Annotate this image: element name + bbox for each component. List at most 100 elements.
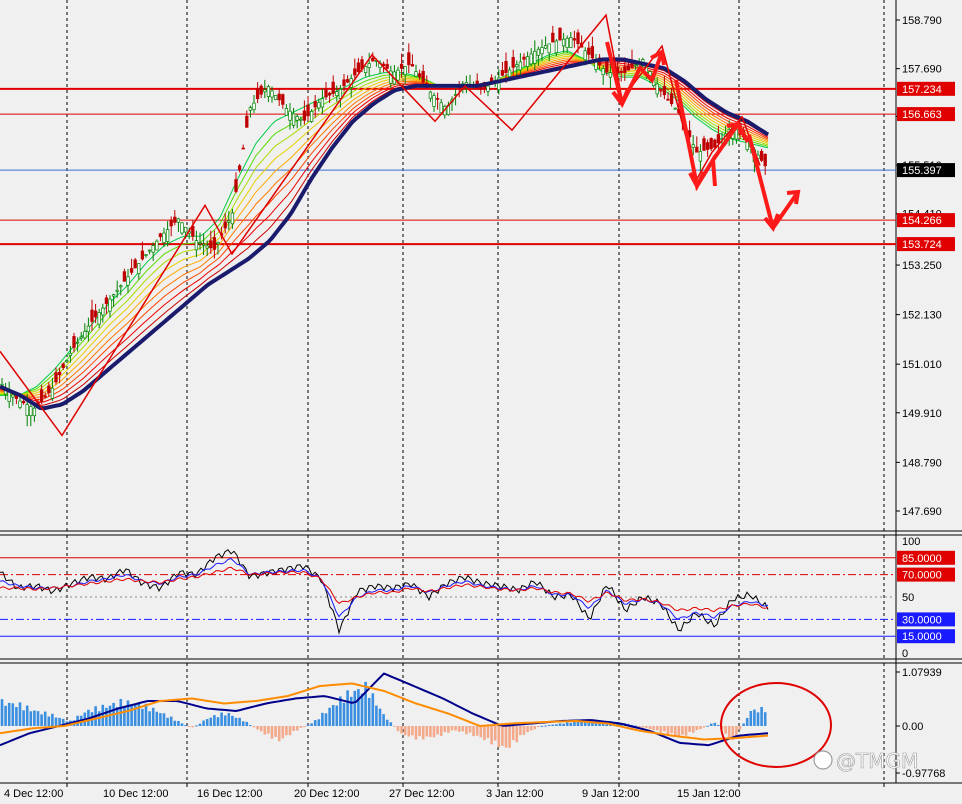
candle-body xyxy=(295,116,299,121)
macd-histogram-bar xyxy=(367,697,371,726)
candle-body xyxy=(435,98,440,100)
macd-histogram-bar xyxy=(486,726,490,738)
price-tick-label: 152.130 xyxy=(902,310,942,322)
candle-body xyxy=(115,289,119,292)
macd-histogram-bar xyxy=(371,693,375,726)
macd-histogram-bar xyxy=(501,726,504,746)
macd-histogram-bar xyxy=(418,726,421,737)
time-tick-label: 9 Jan 12:00 xyxy=(582,788,640,800)
candle-body xyxy=(47,385,51,393)
candle-body xyxy=(551,32,555,43)
candle-body xyxy=(504,60,508,74)
candle-body xyxy=(421,70,425,83)
candle-body xyxy=(255,88,260,100)
bird-icon xyxy=(813,750,833,770)
candle-body xyxy=(144,254,148,256)
macd-histogram-bar xyxy=(141,708,144,726)
macd-histogram-bar xyxy=(483,726,486,741)
macd-histogram-bar xyxy=(191,726,195,728)
candle-body xyxy=(183,226,188,233)
price-level-label: 156.663 xyxy=(902,109,942,121)
candle-body xyxy=(65,360,69,363)
macd-histogram-bar xyxy=(216,717,220,726)
candle-body xyxy=(122,271,127,282)
candle-body xyxy=(137,263,141,275)
candle-body xyxy=(93,310,98,318)
candle-body xyxy=(345,79,350,83)
macd-histogram-bar xyxy=(238,717,241,726)
macd-histogram-bar xyxy=(241,721,245,726)
price-level-label: 154.266 xyxy=(902,215,942,227)
candle-body xyxy=(32,407,37,417)
candle-body xyxy=(367,63,371,68)
macd-histogram-bar xyxy=(403,726,407,736)
macd-histogram-bar xyxy=(213,715,216,726)
macd-histogram-bar xyxy=(447,726,450,733)
candle-body xyxy=(385,64,389,69)
candle-body xyxy=(126,276,130,286)
time-tick-label: 27 Dec 12:00 xyxy=(389,788,454,800)
macd-histogram-bar xyxy=(177,721,180,726)
candle-body xyxy=(713,139,717,148)
macd-histogram-bar xyxy=(663,726,666,732)
price-tick-label: 153.250 xyxy=(902,260,942,272)
candle-body xyxy=(626,65,631,71)
macd-histogram-bar xyxy=(691,726,695,733)
macd-histogram-bar xyxy=(414,726,418,740)
candle-body xyxy=(407,52,411,66)
candle-body xyxy=(500,70,505,76)
macd-histogram-bar xyxy=(159,713,162,726)
candle-body xyxy=(763,153,767,167)
candle-body xyxy=(317,102,321,109)
price-tick-label: 149.910 xyxy=(902,408,942,420)
macd-histogram-bar xyxy=(36,711,40,726)
macd-histogram-bar xyxy=(274,726,277,737)
candle-body xyxy=(565,37,569,48)
macd-histogram-bar xyxy=(432,726,436,738)
time-tick-label: 16 Dec 12:00 xyxy=(197,788,262,800)
macd-histogram-bar xyxy=(151,707,155,726)
candle-body xyxy=(320,98,325,108)
macd-histogram-bar xyxy=(400,726,403,734)
candle-body xyxy=(511,57,515,68)
candle-body xyxy=(72,336,76,348)
macd-histogram-bar xyxy=(645,726,648,728)
candle-body xyxy=(576,32,580,45)
price-level-label: 157.234 xyxy=(902,84,942,96)
macd-histogram-bar xyxy=(396,726,400,732)
macd-histogram-bar xyxy=(375,705,378,726)
macd-histogram-bar xyxy=(637,726,641,727)
macd-histogram-bar xyxy=(565,722,569,726)
macd-histogram-bar xyxy=(331,705,335,726)
time-tick-label: 10 Dec 12:00 xyxy=(103,788,168,800)
candle-body xyxy=(259,85,263,95)
candle-body xyxy=(108,298,112,312)
macd-histogram-bar xyxy=(425,726,429,737)
macd-histogram-bar xyxy=(18,702,22,726)
macd-histogram-bar xyxy=(709,723,713,726)
macd-histogram-bar xyxy=(493,726,497,741)
price-tick-label: 151.010 xyxy=(902,359,942,371)
macd-histogram-bar xyxy=(699,726,702,730)
macd-histogram-bar xyxy=(717,724,720,726)
macd-histogram-bar xyxy=(342,702,346,726)
candle-body xyxy=(194,240,199,251)
macd-histogram-bar xyxy=(526,726,529,733)
macd-histogram-bar xyxy=(198,723,202,726)
macd-histogram-bar xyxy=(702,726,706,728)
candle-body xyxy=(515,64,519,68)
macd-histogram-bar xyxy=(677,726,681,737)
macd-histogram-bar xyxy=(569,722,573,726)
price-tick-label: 158.790 xyxy=(902,15,942,27)
macd-histogram-bar xyxy=(475,726,479,736)
macd-histogram-bar xyxy=(673,726,677,736)
macd-histogram-bar xyxy=(15,707,18,726)
macd-histogram-bar xyxy=(7,702,11,726)
macd-histogram-bar xyxy=(267,726,270,734)
rsi-level-label: 70.0000 xyxy=(902,570,942,582)
candle-body xyxy=(18,400,22,408)
macd-histogram-bar xyxy=(641,726,645,728)
macd-histogram-bar xyxy=(51,713,54,726)
macd-histogram-bar xyxy=(713,722,717,726)
candle-body xyxy=(25,404,29,416)
